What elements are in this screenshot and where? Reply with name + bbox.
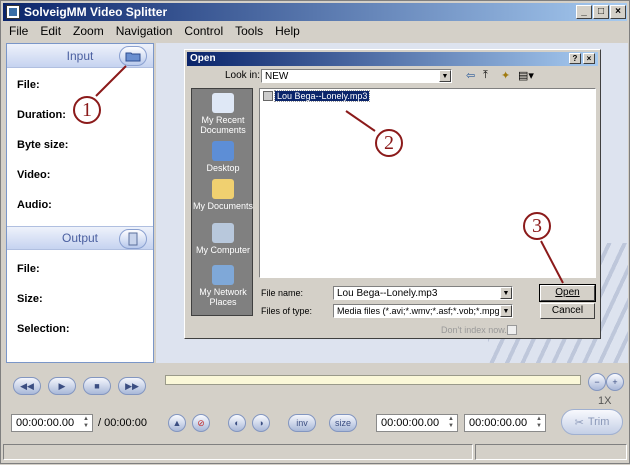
invert-button[interactable]: inv — [288, 414, 316, 432]
prev-frame-button[interactable]: ◀◀ — [13, 377, 41, 395]
current-time-field[interactable]: 00:00:00.00 ▲ ▼ — [11, 414, 93, 432]
next-frame-button[interactable]: ▶▶ — [118, 377, 146, 395]
no-marker-button[interactable]: ⊘ — [192, 414, 210, 432]
stop-button[interactable]: ■ — [83, 377, 111, 395]
status-bar — [3, 444, 627, 462]
zoom-out-button[interactable]: − — [588, 373, 606, 391]
scissors-icon: ✂ — [574, 416, 584, 429]
segment-end-spinner-icon[interactable]: ▲ ▼ — [534, 416, 544, 430]
main-window: SolveigMM Video Splitter _ □ × File Edit… — [0, 0, 630, 464]
marker-a-button[interactable]: ◐ — [228, 414, 246, 432]
segment-start-spinner-icon[interactable]: ▲ ▼ — [446, 416, 456, 430]
marker-b-button[interactable]: ◑ — [252, 414, 270, 432]
annotation-arrows — [95, 65, 564, 284]
size-button[interactable]: size — [329, 414, 357, 432]
zoom-level: 1X — [598, 395, 612, 407]
marker-up-button[interactable]: ▲ — [168, 414, 186, 432]
timeline-bar[interactable] — [165, 375, 581, 385]
status-section-side — [475, 444, 627, 460]
trim-button[interactable]: ✂ Trim — [561, 409, 623, 435]
time-spinner-icon[interactable]: ▲ ▼ — [81, 416, 91, 430]
segment-end-field[interactable]: 00:00:00.00 ▲ ▼ — [464, 414, 546, 432]
play-button[interactable]: ▶ — [48, 377, 76, 395]
segment-start-field[interactable]: 00:00:00.00 ▲ ▼ — [376, 414, 458, 432]
total-time: / 00:00:00 — [98, 417, 147, 429]
status-section-main — [3, 444, 473, 460]
zoom-in-button[interactable]: + — [606, 373, 624, 391]
